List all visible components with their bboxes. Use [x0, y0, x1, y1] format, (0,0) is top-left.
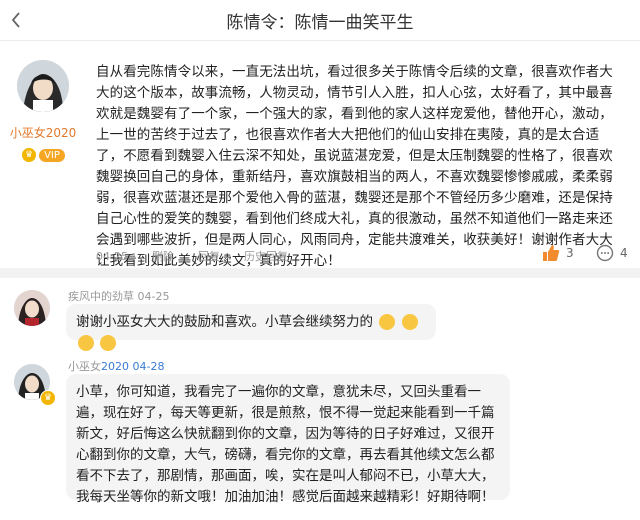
reply-author[interactable]: 疾风中的劲草: [68, 290, 134, 303]
author-badges: ♛ VIP: [8, 147, 78, 163]
main-post: 小巫女2020 ♛ VIP 自从看完陈情令以来，一直无法出坑，看过很多关于陈情令…: [0, 42, 640, 269]
reply-bubble: 小草，你可知道，我看完了一遍你的文章，意犹未尽，又回头重看一遍，现在好了，每天等…: [66, 374, 510, 505]
kiss-emoji-icon: [100, 335, 117, 351]
crown-icon: ♛: [40, 390, 56, 406]
back-arrow-icon[interactable]: [6, 10, 26, 30]
smile-emoji-icon: [78, 335, 94, 351]
reply-text: 谢谢小巫女大大的鼓励和喜欢。小草会继续努力的: [76, 314, 373, 330]
reply-item: 疾风中的劲草 04-25 谢谢小巫女大大的鼓励和喜欢。小草会继续努力的: [0, 280, 640, 351]
post-date: 04-25: [96, 249, 128, 263]
like-count: 3: [566, 246, 574, 260]
reply-text: 小草，你可知道，我看完了一遍你的文章，意犹未尽，又回头重看一遍，现在好了，每天等…: [76, 384, 495, 505]
smile-emoji-icon: [401, 314, 418, 330]
delete-button[interactable]: 删除: [152, 248, 174, 264]
smile-emoji-icon: [379, 314, 396, 330]
avatar[interactable]: [17, 60, 69, 112]
reply-author[interactable]: 小巫女: [68, 360, 101, 373]
history-reply-button[interactable]: 历史回复: [244, 248, 288, 264]
reply-date: 04-25: [137, 290, 170, 303]
top-bar: 陈情令：陈情一曲笑平生: [0, 0, 640, 41]
author-info: 小巫女2020 ♛ VIP: [8, 60, 78, 163]
crown-icon: ♛: [21, 147, 38, 163]
reply-header: 小巫女2020 04-28: [68, 358, 164, 374]
comment-button[interactable]: 4: [596, 244, 628, 262]
avatar[interactable]: [14, 290, 50, 326]
comment-count: 4: [620, 246, 628, 260]
reply-bubble: 谢谢小巫女大大的鼓励和喜欢。小草会继续努力的: [66, 304, 436, 351]
reply-header: 疾风中的劲草 04-25: [68, 288, 169, 304]
page-title: 陈情令：陈情一曲笑平生: [226, 12, 414, 33]
like-button[interactable]: 3: [542, 244, 574, 262]
comment-icon: [596, 244, 614, 262]
reply-author-link[interactable]: 2020 04-28: [101, 360, 164, 373]
post-content: 自从看完陈情令以来，一直无法出坑，看过很多关于陈情令后续的文章，很喜欢作者大大的…: [96, 64, 613, 269]
author-name[interactable]: 小巫女2020: [8, 124, 78, 141]
vip-badge: VIP: [39, 148, 65, 162]
thumbs-up-icon: [543, 245, 560, 261]
reply-item: ♛ 小巫女2020 04-28 小草，你可知道，我看完了一遍你的文章，意犹未尽，…: [0, 352, 640, 512]
section-divider: [0, 268, 640, 278]
reply-button[interactable]: 回复: [198, 248, 220, 264]
